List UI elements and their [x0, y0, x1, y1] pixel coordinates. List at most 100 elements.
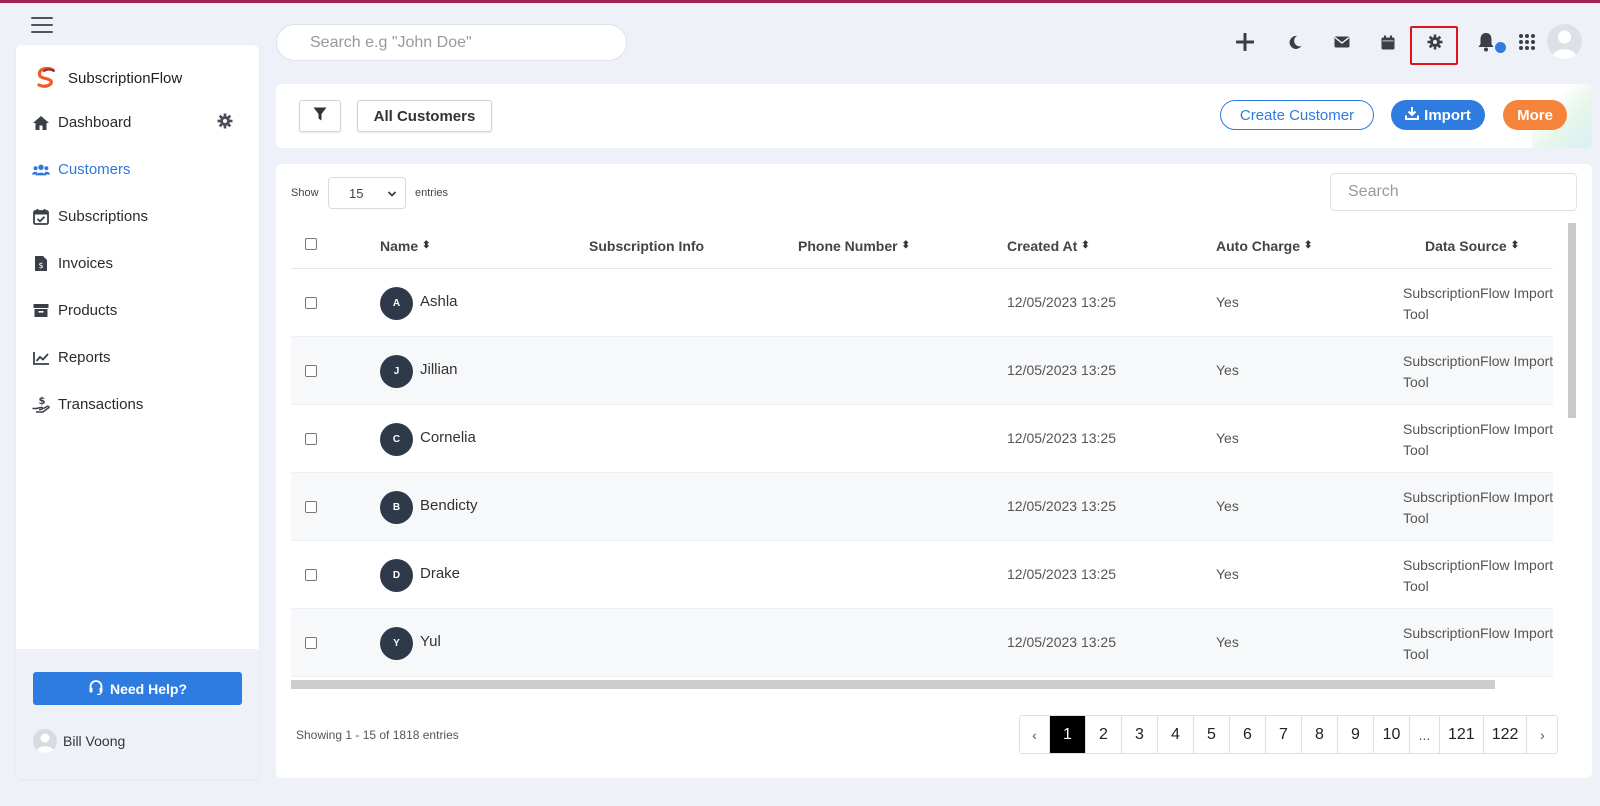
- table-vertical-scrollbar[interactable]: [1568, 223, 1576, 418]
- current-user[interactable]: Bill Voong: [33, 729, 125, 753]
- sidebar-item-customers[interactable]: Customers: [16, 146, 259, 193]
- brand-logo-icon: [37, 67, 55, 88]
- pagination-page[interactable]: 121: [1440, 716, 1484, 753]
- auto-charge-cell: Yes: [1216, 498, 1239, 514]
- filter-button[interactable]: [299, 100, 341, 132]
- customer-name-link[interactable]: Jillian: [420, 361, 458, 378]
- brand[interactable]: SubscriptionFlow: [34, 67, 182, 89]
- table-row[interactable]: D Drake 12/05/2023 13:25 Yes Subscriptio…: [291, 541, 1553, 609]
- table-row[interactable]: C Cornelia 12/05/2023 13:25 Yes Subscrip…: [291, 405, 1553, 473]
- customer-initial-avatar: C: [380, 423, 413, 456]
- pagination-ellipsis: ...: [1410, 716, 1440, 753]
- sidebar-item-transactions[interactable]: $ Transactions: [16, 381, 259, 428]
- created-at-cell: 12/05/2023 13:25: [1007, 430, 1116, 446]
- entries-per-page-select[interactable]: 15: [328, 177, 406, 209]
- column-header-subscription-info: Subscription Info: [589, 238, 704, 254]
- customer-name-link[interactable]: Yul: [420, 633, 441, 650]
- data-source-cell: SubscriptionFlow Import Tool: [1403, 557, 1553, 594]
- column-header-auto-charge[interactable]: Auto Charge ⬍: [1216, 238, 1312, 254]
- customer-name-link[interactable]: Drake: [420, 565, 460, 582]
- table-row[interactable]: Y Yul 12/05/2023 13:25 Yes SubscriptionF…: [291, 609, 1553, 677]
- pagination: ‹ 1 2 3 4 5 6 7 8 9 10 ... 121 122 ›: [1019, 715, 1559, 754]
- customer-name-link[interactable]: Bendicty: [420, 497, 478, 514]
- customers-table-card: Show 15 entries Name ⬍ Subscription Info…: [276, 164, 1592, 778]
- table-row[interactable]: A Ashla 12/05/2023 13:25 Yes Subscriptio…: [291, 269, 1553, 337]
- pagination-page[interactable]: 7: [1266, 716, 1302, 753]
- row-checkbox[interactable]: [305, 433, 317, 445]
- show-label: Show: [291, 187, 319, 199]
- column-header-phone-number[interactable]: Phone Number ⬍: [798, 238, 910, 254]
- pagination-page[interactable]: 9: [1338, 716, 1374, 753]
- pagination-prev[interactable]: ‹: [1020, 716, 1050, 753]
- menu-toggle-icon[interactable]: [31, 17, 53, 33]
- customer-name-link[interactable]: Cornelia: [420, 429, 476, 446]
- notifications-bell-icon[interactable]: [1474, 30, 1498, 54]
- table-search-input[interactable]: [1330, 173, 1577, 211]
- import-button[interactable]: Import: [1391, 100, 1485, 130]
- pagination-page[interactable]: 2: [1086, 716, 1122, 753]
- pagination-page[interactable]: 4: [1158, 716, 1194, 753]
- column-header-name[interactable]: Name ⬍: [380, 238, 431, 254]
- top-accent-bar: [0, 0, 1600, 3]
- more-button[interactable]: More: [1503, 100, 1567, 130]
- sidebar-item-subscriptions[interactable]: Subscriptions: [16, 193, 259, 240]
- all-customers-view-button[interactable]: All Customers: [357, 100, 492, 132]
- table-horizontal-scrollbar[interactable]: [291, 680, 1495, 689]
- settings-gear-icon[interactable]: [1423, 30, 1447, 54]
- row-checkbox[interactable]: [305, 637, 317, 649]
- auto-charge-cell: Yes: [1216, 634, 1239, 650]
- sidebar-item-invoices[interactable]: $ Invoices: [16, 240, 259, 287]
- auto-charge-cell: Yes: [1216, 430, 1239, 446]
- row-checkbox[interactable]: [305, 365, 317, 377]
- user-avatar: [33, 729, 57, 753]
- add-icon[interactable]: [1233, 30, 1257, 54]
- table-row[interactable]: J Jillian 12/05/2023 13:25 Yes Subscript…: [291, 337, 1553, 405]
- apps-grid-icon[interactable]: [1515, 30, 1539, 54]
- customer-name-link[interactable]: Ashla: [420, 293, 458, 310]
- create-customer-button[interactable]: Create Customer: [1220, 100, 1374, 130]
- global-search-input[interactable]: [276, 24, 627, 61]
- chevron-down-icon: [387, 187, 397, 202]
- created-at-cell: 12/05/2023 13:25: [1007, 566, 1116, 582]
- column-header-data-source[interactable]: Data Source ⬍: [1425, 238, 1519, 254]
- mail-icon[interactable]: [1330, 30, 1354, 54]
- hand-dollar-icon: $: [32, 396, 50, 414]
- notification-badge: [1495, 42, 1506, 53]
- data-source-cell: SubscriptionFlow Import Tool: [1403, 625, 1553, 662]
- customer-initial-avatar: Y: [380, 627, 413, 660]
- column-header-created-at[interactable]: Created At ⬍: [1007, 238, 1090, 254]
- select-all-checkbox[interactable]: [305, 238, 317, 250]
- created-at-cell: 12/05/2023 13:25: [1007, 634, 1116, 650]
- sidebar-item-reports[interactable]: Reports: [16, 334, 259, 381]
- dark-mode-moon-icon[interactable]: [1283, 30, 1307, 54]
- sidebar-item-products[interactable]: Products: [16, 287, 259, 334]
- invoice-icon: $: [32, 255, 50, 273]
- svg-text:$: $: [39, 396, 46, 407]
- import-label: Import: [1424, 106, 1471, 124]
- sidebar-item-dashboard[interactable]: Dashboard: [16, 99, 259, 146]
- pagination-page[interactable]: 10: [1374, 716, 1410, 753]
- pagination-page[interactable]: 1: [1050, 716, 1086, 753]
- auto-charge-cell: Yes: [1216, 294, 1239, 310]
- column-header-label: Created At: [1007, 238, 1078, 254]
- row-checkbox[interactable]: [305, 501, 317, 513]
- users-icon: [32, 161, 50, 179]
- need-help-button[interactable]: Need Help?: [33, 672, 242, 705]
- dashboard-settings-gear-icon[interactable]: [217, 113, 233, 134]
- table-row[interactable]: B Bendicty 12/05/2023 13:25 Yes Subscrip…: [291, 473, 1553, 541]
- download-icon: [1405, 106, 1420, 124]
- calendar-icon[interactable]: [1376, 30, 1400, 54]
- row-checkbox[interactable]: [305, 569, 317, 581]
- row-checkbox[interactable]: [305, 297, 317, 309]
- pagination-page[interactable]: 3: [1122, 716, 1158, 753]
- created-at-cell: 12/05/2023 13:25: [1007, 294, 1116, 310]
- pagination-page[interactable]: 122: [1484, 716, 1528, 753]
- pagination-page[interactable]: 6: [1230, 716, 1266, 753]
- pagination-page[interactable]: 5: [1194, 716, 1230, 753]
- pagination-next[interactable]: ›: [1527, 716, 1557, 753]
- profile-avatar[interactable]: [1547, 24, 1582, 59]
- created-at-cell: 12/05/2023 13:25: [1007, 362, 1116, 378]
- pagination-page[interactable]: 8: [1302, 716, 1338, 753]
- sidebar-item-label: Reports: [58, 349, 111, 366]
- sort-icon: ⬍: [901, 240, 910, 251]
